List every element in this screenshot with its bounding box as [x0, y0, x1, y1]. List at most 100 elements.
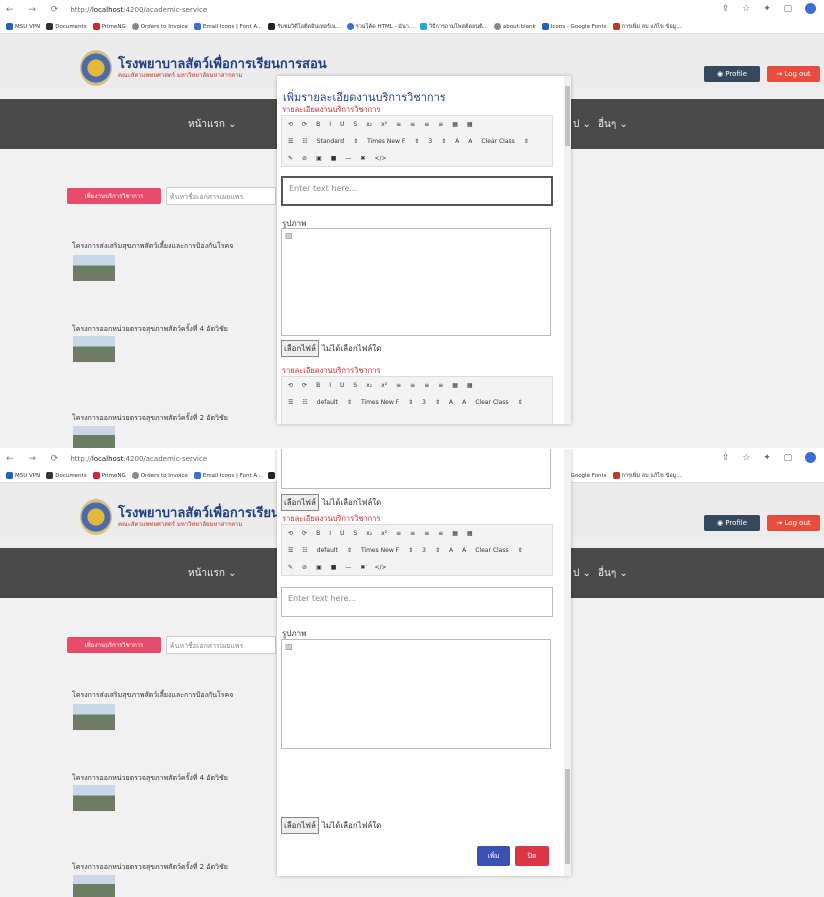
toolbar-button[interactable]: ▦ — [452, 382, 458, 389]
toolbar-button[interactable]: ⇕ — [414, 138, 419, 145]
toolbar-button[interactable]: A — [455, 138, 459, 145]
add-button[interactable]: เพิ่ม — [477, 846, 510, 866]
bookmark[interactable]: PrimeNG — [92, 23, 126, 30]
add-service-button[interactable]: เพิ่มงานบริการวิชาการ — [67, 188, 161, 204]
profile-button[interactable]: ◉ Profile — [704, 515, 760, 531]
toolbar-button[interactable]: ≡ — [396, 530, 401, 537]
toolbar-button[interactable]: ✖ — [360, 564, 365, 571]
toolbar-button[interactable]: ⟲ — [288, 530, 293, 537]
toolbar-row[interactable]: ⟲ ⟳ B I U Sx₂ x² ≡ ≡ ≡ ≡ ▦ ▦ — [288, 118, 482, 130]
file-input[interactable]: เลือกไฟล์ ไม่ได้เลือกไฟล์ใด — [281, 494, 381, 511]
logout-button[interactable]: ⇥ Log out — [767, 66, 820, 82]
modal-scrollbar[interactable] — [564, 449, 571, 876]
toolbar-button[interactable]: ⇕ — [347, 399, 352, 406]
toolbar-button[interactable]: </> — [374, 564, 386, 571]
nav-other[interactable]: อื่นๆ ⌄ — [598, 566, 628, 581]
browser-tools-icons[interactable]: ⇪ ☆ ✦ ▢ — [722, 452, 816, 463]
toolbar-button[interactable]: U — [340, 382, 344, 389]
toolbar-button[interactable]: B — [316, 530, 320, 537]
nav-other[interactable]: อื่นๆ ⌄ — [598, 117, 628, 132]
address-bar[interactable]: http://localhost:4200/academic-service — [70, 6, 207, 14]
toolbar-button[interactable]: ⊘ — [302, 564, 307, 571]
toolbar-button[interactable]: default — [317, 399, 338, 406]
toolbar-button[interactable]: x² — [381, 121, 387, 128]
bookmark[interactable]: รวมโค้ด HTML - ฉันา... — [346, 23, 414, 31]
toolbar-button[interactable]: I — [329, 530, 331, 537]
toolbar-button[interactable]: 3 — [422, 547, 426, 554]
file-input[interactable]: เลือกไฟล์ ไม่ได้เลือกไฟล์ใด — [281, 817, 381, 834]
nav-home[interactable]: หน้าแรก ⌄ — [188, 117, 236, 132]
toolbar-button[interactable]: — — [345, 564, 351, 571]
toolbar-button[interactable]: </> — [374, 155, 386, 162]
toolbar-button[interactable]: ▦ — [467, 382, 473, 389]
project-title[interactable]: โครงการออกหน่วยตรวจสุขภาพสัตว์ครั้งที่ 4… — [72, 324, 228, 335]
toolbar-button[interactable]: S — [353, 121, 357, 128]
browser-nav-icons[interactable]: ← → ⟳ — [6, 454, 64, 464]
file-input[interactable]: เลือกไฟล์ ไม่ได้เลือกไฟล์ใด — [281, 340, 381, 357]
nav-dropdown[interactable]: ป ⌄ — [573, 566, 591, 581]
bookmark[interactable]: PrimeNG — [92, 472, 126, 479]
bookmark[interactable]: Documents — [46, 23, 87, 30]
toolbar-button[interactable]: A — [462, 399, 466, 406]
toolbar-button[interactable]: — — [345, 155, 351, 162]
toolbar-button[interactable]: ⇕ — [408, 399, 413, 406]
project-title[interactable]: โครงการออกหน่วยตรวจสุขภาพสัตว์ครั้งที่ 2… — [72, 413, 228, 424]
toolbar-button[interactable]: ⊘ — [302, 155, 307, 162]
toolbar-button[interactable]: ☷ — [302, 399, 307, 406]
logout-button[interactable]: ⇥ Log out — [767, 515, 820, 531]
bookmark[interactable]: Documents — [46, 472, 87, 479]
close-button[interactable]: ปิด — [515, 846, 549, 866]
toolbar-button[interactable]: x₂ — [366, 121, 372, 128]
toolbar-button[interactable]: ■ — [331, 155, 337, 162]
toolbar-button[interactable]: Clear Class — [481, 138, 514, 145]
toolbar-button[interactable]: I — [329, 382, 331, 389]
toolbar-button[interactable]: I — [329, 121, 331, 128]
toolbar-button[interactable]: ⇕ — [353, 138, 358, 145]
toolbar-button[interactable]: ≡ — [410, 530, 415, 537]
toolbar-row[interactable]: ⟲ ⟳ B I U Sx₂ x² ≡ ≡ ≡ ≡ ▦ ▦ — [288, 527, 482, 539]
bookmark[interactable]: การเพิ่ม ลบ แก้ไข ข้อมู... — [612, 472, 682, 480]
toolbar-button[interactable]: ⟲ — [288, 121, 293, 128]
toolbar-button[interactable]: A — [449, 547, 453, 554]
toolbar-row[interactable]: ☰ ☷ Standard ⇕ Times New F ⇕ 3 ⇕ A A Clear Class ⇕ — [288, 135, 538, 147]
project-title[interactable]: โครงการส่งเสริมสุขภาพสัตว์เลี้ยงและการป้… — [72, 241, 233, 252]
toolbar-button[interactable]: U — [340, 530, 344, 537]
toolbar-button[interactable]: Clear Class — [475, 547, 508, 554]
toolbar-button[interactable]: ☰ — [288, 138, 293, 145]
toolbar-button[interactable]: Clear Class — [475, 399, 508, 406]
toolbar-button[interactable]: S — [353, 382, 357, 389]
toolbar-button[interactable]: ⇕ — [518, 547, 523, 554]
toolbar-button[interactable]: x₂ — [366, 382, 372, 389]
toolbar-button[interactable]: Times New F — [367, 138, 405, 145]
toolbar-button[interactable]: 3 — [428, 138, 432, 145]
toolbar-row[interactable]: ☰ ☷ default ⇕ Times New F ⇕ 3 ⇕ A A Clear Class ⇕ — [288, 544, 532, 556]
project-title[interactable]: โครงการส่งเสริมสุขภาพสัตว์เลี้ยงและการป้… — [72, 690, 233, 701]
toolbar-button[interactable]: ▣ — [316, 564, 322, 571]
toolbar-row[interactable]: ⟲ ⟳ B I U Sx₂ x² ≡ ≡ ≡ ≡ ▦ ▦ — [288, 379, 482, 391]
toolbar-button[interactable]: ✎ — [288, 564, 293, 571]
bookmark[interactable]: Email Icons | Font A... — [193, 23, 262, 30]
project-title[interactable]: โครงการออกหน่วยตรวจสุขภาพสัตว์ครั้งที่ 2… — [72, 862, 228, 873]
toolbar-button[interactable]: U — [340, 121, 344, 128]
toolbar-button[interactable]: ▦ — [467, 530, 473, 537]
toolbar-button[interactable]: ≡ — [424, 121, 429, 128]
toolbar-button[interactable]: ☷ — [302, 547, 307, 554]
bookmark[interactable]: Icons - Google Fonts — [541, 23, 607, 30]
bookmark[interactable]: Orders to Invoice — [131, 472, 188, 479]
toolbar-button[interactable]: ✖ — [360, 155, 365, 162]
toolbar-button[interactable]: ⇕ — [408, 547, 413, 554]
project-thumbnail[interactable] — [73, 336, 115, 362]
toolbar-button[interactable]: ⇕ — [435, 399, 440, 406]
toolbar-button[interactable]: ▦ — [452, 121, 458, 128]
toolbar-button[interactable]: ✎ — [288, 155, 293, 162]
bookmark[interactable]: MSU VPN — [6, 472, 40, 479]
toolbar-button[interactable]: A — [468, 138, 472, 145]
toolbar-row[interactable]: ☰ ☷ default ⇕ Times New F ⇕ 3 ⇕ A A Clear Class ⇕ — [288, 396, 532, 408]
browser-tools-icons[interactable]: ⇪ ☆ ✦ ▢ — [722, 3, 816, 14]
toolbar-button[interactable]: Times New F — [361, 399, 399, 406]
toolbar-button[interactable]: B — [316, 382, 320, 389]
browser-nav-icons[interactable]: ← → ⟳ — [6, 5, 64, 15]
toolbar-button[interactable]: x₂ — [366, 530, 372, 537]
rich-text-editor[interactable]: Enter text here... — [281, 587, 553, 617]
toolbar-button[interactable]: ≡ — [410, 121, 415, 128]
